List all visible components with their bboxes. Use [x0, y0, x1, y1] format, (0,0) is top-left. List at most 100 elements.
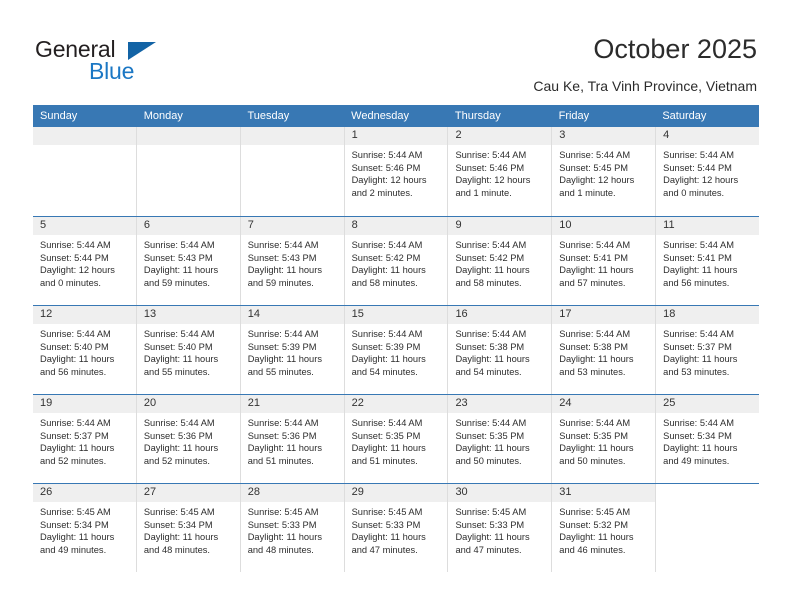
- sunrise-text: Sunrise: 5:44 AM: [455, 329, 527, 339]
- calendar-day-cell[interactable]: 10 Sunrise: 5:44 AM Sunset: 5:41 PM Dayligh…: [552, 217, 657, 305]
- sunset-text: Sunset: 5:33 PM: [247, 519, 317, 530]
- day-number: 31: [552, 484, 656, 502]
- calendar-cell-empty: [33, 127, 137, 216]
- day-number: 5: [33, 217, 136, 235]
- calendar-page: General Blue October 2025 Cau Ke, Tra Vi…: [0, 0, 792, 612]
- day-details: Sunrise: 5:44 AM Sunset: 5:42 PM Daylight:…: [448, 235, 551, 289]
- day-number: 11: [656, 217, 760, 235]
- day-number: 15: [344, 306, 448, 324]
- calendar-day-cell[interactable]: 19 Sunrise: 5:44 AM Sunset: 5:37 PM Dayligh…: [33, 395, 137, 483]
- logo-text-blue: Blue: [89, 58, 135, 84]
- calendar-week-row: 26 Sunrise: 5:45 AM Sunset: 5:34 PM Dayligh…: [33, 483, 760, 572]
- calendar-day-cell[interactable]: 1 Sunrise: 5:44 AM Sunset: 5:46 PM Daylight…: [344, 127, 449, 216]
- day-details: Sunrise: 5:45 AM Sunset: 5:33 PM Daylight:…: [345, 502, 448, 556]
- sunrise-text: Sunrise: 5:44 AM: [247, 418, 319, 428]
- sunrise-text: Sunrise: 5:44 AM: [455, 240, 527, 250]
- calendar-day-cell[interactable]: 25 Sunrise: 5:44 AM Sunset: 5:34 PM Dayligh…: [656, 395, 760, 483]
- daylight-text: Daylight: 11 hours and 50 minutes.: [559, 443, 634, 466]
- calendar-day-cell[interactable]: 27 Sunrise: 5:45 AM Sunset: 5:34 PM Dayligh…: [136, 484, 241, 572]
- general-blue-logo[interactable]: General Blue: [35, 36, 235, 88]
- daylight-text: Daylight: 11 hours and 52 minutes.: [40, 443, 115, 466]
- calendar-day-cell[interactable]: 17 Sunrise: 5:44 AM Sunset: 5:38 PM Dayligh…: [552, 306, 657, 394]
- sunset-text: Sunset: 5:44 PM: [663, 162, 732, 173]
- sunset-text: Sunset: 5:39 PM: [351, 341, 421, 352]
- calendar-day-cell[interactable]: 26 Sunrise: 5:45 AM Sunset: 5:34 PM Dayligh…: [33, 484, 137, 572]
- calendar-week-row: 1 Sunrise: 5:44 AM Sunset: 5:46 PM Daylight…: [33, 127, 760, 216]
- sunset-text: Sunset: 5:37 PM: [40, 430, 109, 441]
- calendar-day-cell[interactable]: 8 Sunrise: 5:44 AM Sunset: 5:42 PM Daylight…: [344, 217, 449, 305]
- day-number: 25: [656, 395, 760, 413]
- sunrise-text: Sunrise: 5:44 AM: [143, 418, 215, 428]
- daylight-text: Daylight: 11 hours and 54 minutes.: [455, 354, 530, 377]
- calendar-day-cell[interactable]: 9 Sunrise: 5:44 AM Sunset: 5:42 PM Daylight…: [448, 217, 553, 305]
- sunset-text: Sunset: 5:35 PM: [559, 430, 629, 441]
- day-details: Sunrise: 5:44 AM Sunset: 5:42 PM Daylight:…: [345, 235, 448, 289]
- calendar-day-cell[interactable]: 31 Sunrise: 5:45 AM Sunset: 5:32 PM Dayligh…: [552, 484, 657, 572]
- daylight-text: Daylight: 11 hours and 47 minutes.: [351, 532, 426, 555]
- sunrise-text: Sunrise: 5:44 AM: [143, 329, 215, 339]
- day-details: Sunrise: 5:44 AM Sunset: 5:35 PM Daylight:…: [345, 413, 448, 467]
- day-details: Sunrise: 5:45 AM Sunset: 5:34 PM Daylight:…: [33, 502, 136, 556]
- sunrise-text: Sunrise: 5:45 AM: [559, 507, 631, 517]
- sunset-text: Sunset: 5:32 PM: [559, 519, 629, 530]
- calendar-weeks: 1 Sunrise: 5:44 AM Sunset: 5:46 PM Daylight…: [33, 127, 760, 572]
- daylight-text: Daylight: 11 hours and 54 minutes.: [351, 354, 426, 377]
- sunset-text: Sunset: 5:40 PM: [40, 341, 109, 352]
- day-details: Sunrise: 5:45 AM Sunset: 5:32 PM Daylight:…: [552, 502, 655, 556]
- weekday-header-sunday: Sunday: [40, 110, 78, 122]
- calendar-day-cell[interactable]: 11 Sunrise: 5:44 AM Sunset: 5:41 PM Dayligh…: [656, 217, 760, 305]
- sunset-text: Sunset: 5:43 PM: [247, 252, 317, 263]
- sunset-text: Sunset: 5:46 PM: [455, 162, 525, 173]
- calendar-day-cell[interactable]: 20 Sunrise: 5:44 AM Sunset: 5:36 PM Dayligh…: [136, 395, 241, 483]
- calendar-day-cell[interactable]: 13 Sunrise: 5:44 AM Sunset: 5:40 PM Dayligh…: [136, 306, 241, 394]
- sunset-text: Sunset: 5:38 PM: [559, 341, 629, 352]
- calendar-day-cell[interactable]: 3 Sunrise: 5:44 AM Sunset: 5:45 PM Daylight…: [552, 127, 657, 216]
- calendar-day-cell[interactable]: 7 Sunrise: 5:44 AM Sunset: 5:43 PM Daylight…: [240, 217, 345, 305]
- sunrise-text: Sunrise: 5:44 AM: [559, 150, 631, 160]
- daylight-text: Daylight: 11 hours and 56 minutes.: [663, 265, 738, 288]
- day-details: Sunrise: 5:44 AM Sunset: 5:43 PM Daylight:…: [241, 235, 344, 289]
- calendar-day-cell[interactable]: 2 Sunrise: 5:44 AM Sunset: 5:46 PM Daylight…: [448, 127, 553, 216]
- calendar-day-cell[interactable]: 12 Sunrise: 5:44 AM Sunset: 5:40 PM Dayligh…: [33, 306, 137, 394]
- calendar-day-cell[interactable]: 15 Sunrise: 5:44 AM Sunset: 5:39 PM Dayligh…: [344, 306, 449, 394]
- sunrise-text: Sunrise: 5:45 AM: [247, 507, 319, 517]
- day-number: 23: [448, 395, 552, 413]
- calendar-day-cell[interactable]: 18 Sunrise: 5:44 AM Sunset: 5:37 PM Dayligh…: [656, 306, 760, 394]
- weekday-header-thursday: Thursday: [454, 110, 501, 122]
- sunrise-text: Sunrise: 5:44 AM: [40, 329, 111, 339]
- calendar-day-cell[interactable]: 6 Sunrise: 5:44 AM Sunset: 5:43 PM Daylight…: [136, 217, 241, 305]
- day-number: 13: [136, 306, 240, 324]
- calendar-day-cell[interactable]: 21 Sunrise: 5:44 AM Sunset: 5:36 PM Dayligh…: [240, 395, 345, 483]
- calendar-day-cell[interactable]: 16 Sunrise: 5:44 AM Sunset: 5:38 PM Dayligh…: [448, 306, 553, 394]
- calendar-day-cell[interactable]: 5 Sunrise: 5:44 AM Sunset: 5:44 PM Daylight…: [33, 217, 137, 305]
- day-details: Sunrise: 5:44 AM Sunset: 5:36 PM Daylight:…: [241, 413, 344, 467]
- daylight-text: Daylight: 11 hours and 47 minutes.: [455, 532, 530, 555]
- day-details: Sunrise: 5:44 AM Sunset: 5:40 PM Daylight:…: [137, 324, 240, 378]
- day-number: 10: [552, 217, 656, 235]
- sunset-text: Sunset: 5:37 PM: [663, 341, 732, 352]
- calendar-day-cell[interactable]: 30 Sunrise: 5:45 AM Sunset: 5:33 PM Dayligh…: [448, 484, 553, 572]
- calendar-day-cell[interactable]: 23 Sunrise: 5:44 AM Sunset: 5:35 PM Dayligh…: [448, 395, 553, 483]
- day-details: Sunrise: 5:44 AM Sunset: 5:40 PM Daylight:…: [33, 324, 136, 378]
- day-number: 30: [448, 484, 552, 502]
- sunset-text: Sunset: 5:36 PM: [247, 430, 317, 441]
- calendar-day-cell[interactable]: 14 Sunrise: 5:44 AM Sunset: 5:39 PM Dayligh…: [240, 306, 345, 394]
- calendar-day-cell[interactable]: 29 Sunrise: 5:45 AM Sunset: 5:33 PM Dayligh…: [344, 484, 449, 572]
- day-number: 14: [240, 306, 344, 324]
- daylight-text: Daylight: 11 hours and 53 minutes.: [559, 354, 634, 377]
- sunset-text: Sunset: 5:42 PM: [351, 252, 421, 263]
- calendar-day-cell[interactable]: 24 Sunrise: 5:44 AM Sunset: 5:35 PM Dayligh…: [552, 395, 657, 483]
- calendar-day-cell[interactable]: 4 Sunrise: 5:44 AM Sunset: 5:44 PM Daylight…: [656, 127, 760, 216]
- daylight-text: Daylight: 11 hours and 55 minutes.: [143, 354, 219, 377]
- sunrise-text: Sunrise: 5:44 AM: [351, 418, 423, 428]
- sunrise-text: Sunrise: 5:44 AM: [663, 329, 734, 339]
- weekday-header-tuesday: Tuesday: [247, 110, 290, 122]
- calendar-day-cell[interactable]: 28 Sunrise: 5:45 AM Sunset: 5:33 PM Dayligh…: [240, 484, 345, 572]
- day-details: Sunrise: 5:44 AM Sunset: 5:37 PM Daylight:…: [33, 413, 136, 467]
- calendar-cell-empty: [656, 484, 760, 572]
- page-header: General Blue October 2025 Cau Ke, Tra Vi…: [0, 0, 792, 103]
- day-details: Sunrise: 5:44 AM Sunset: 5:38 PM Daylight:…: [552, 324, 655, 378]
- daylight-text: Daylight: 11 hours and 48 minutes.: [143, 532, 219, 555]
- sunset-text: Sunset: 5:44 PM: [40, 252, 109, 263]
- calendar-day-cell[interactable]: 22 Sunrise: 5:44 AM Sunset: 5:35 PM Dayligh…: [344, 395, 449, 483]
